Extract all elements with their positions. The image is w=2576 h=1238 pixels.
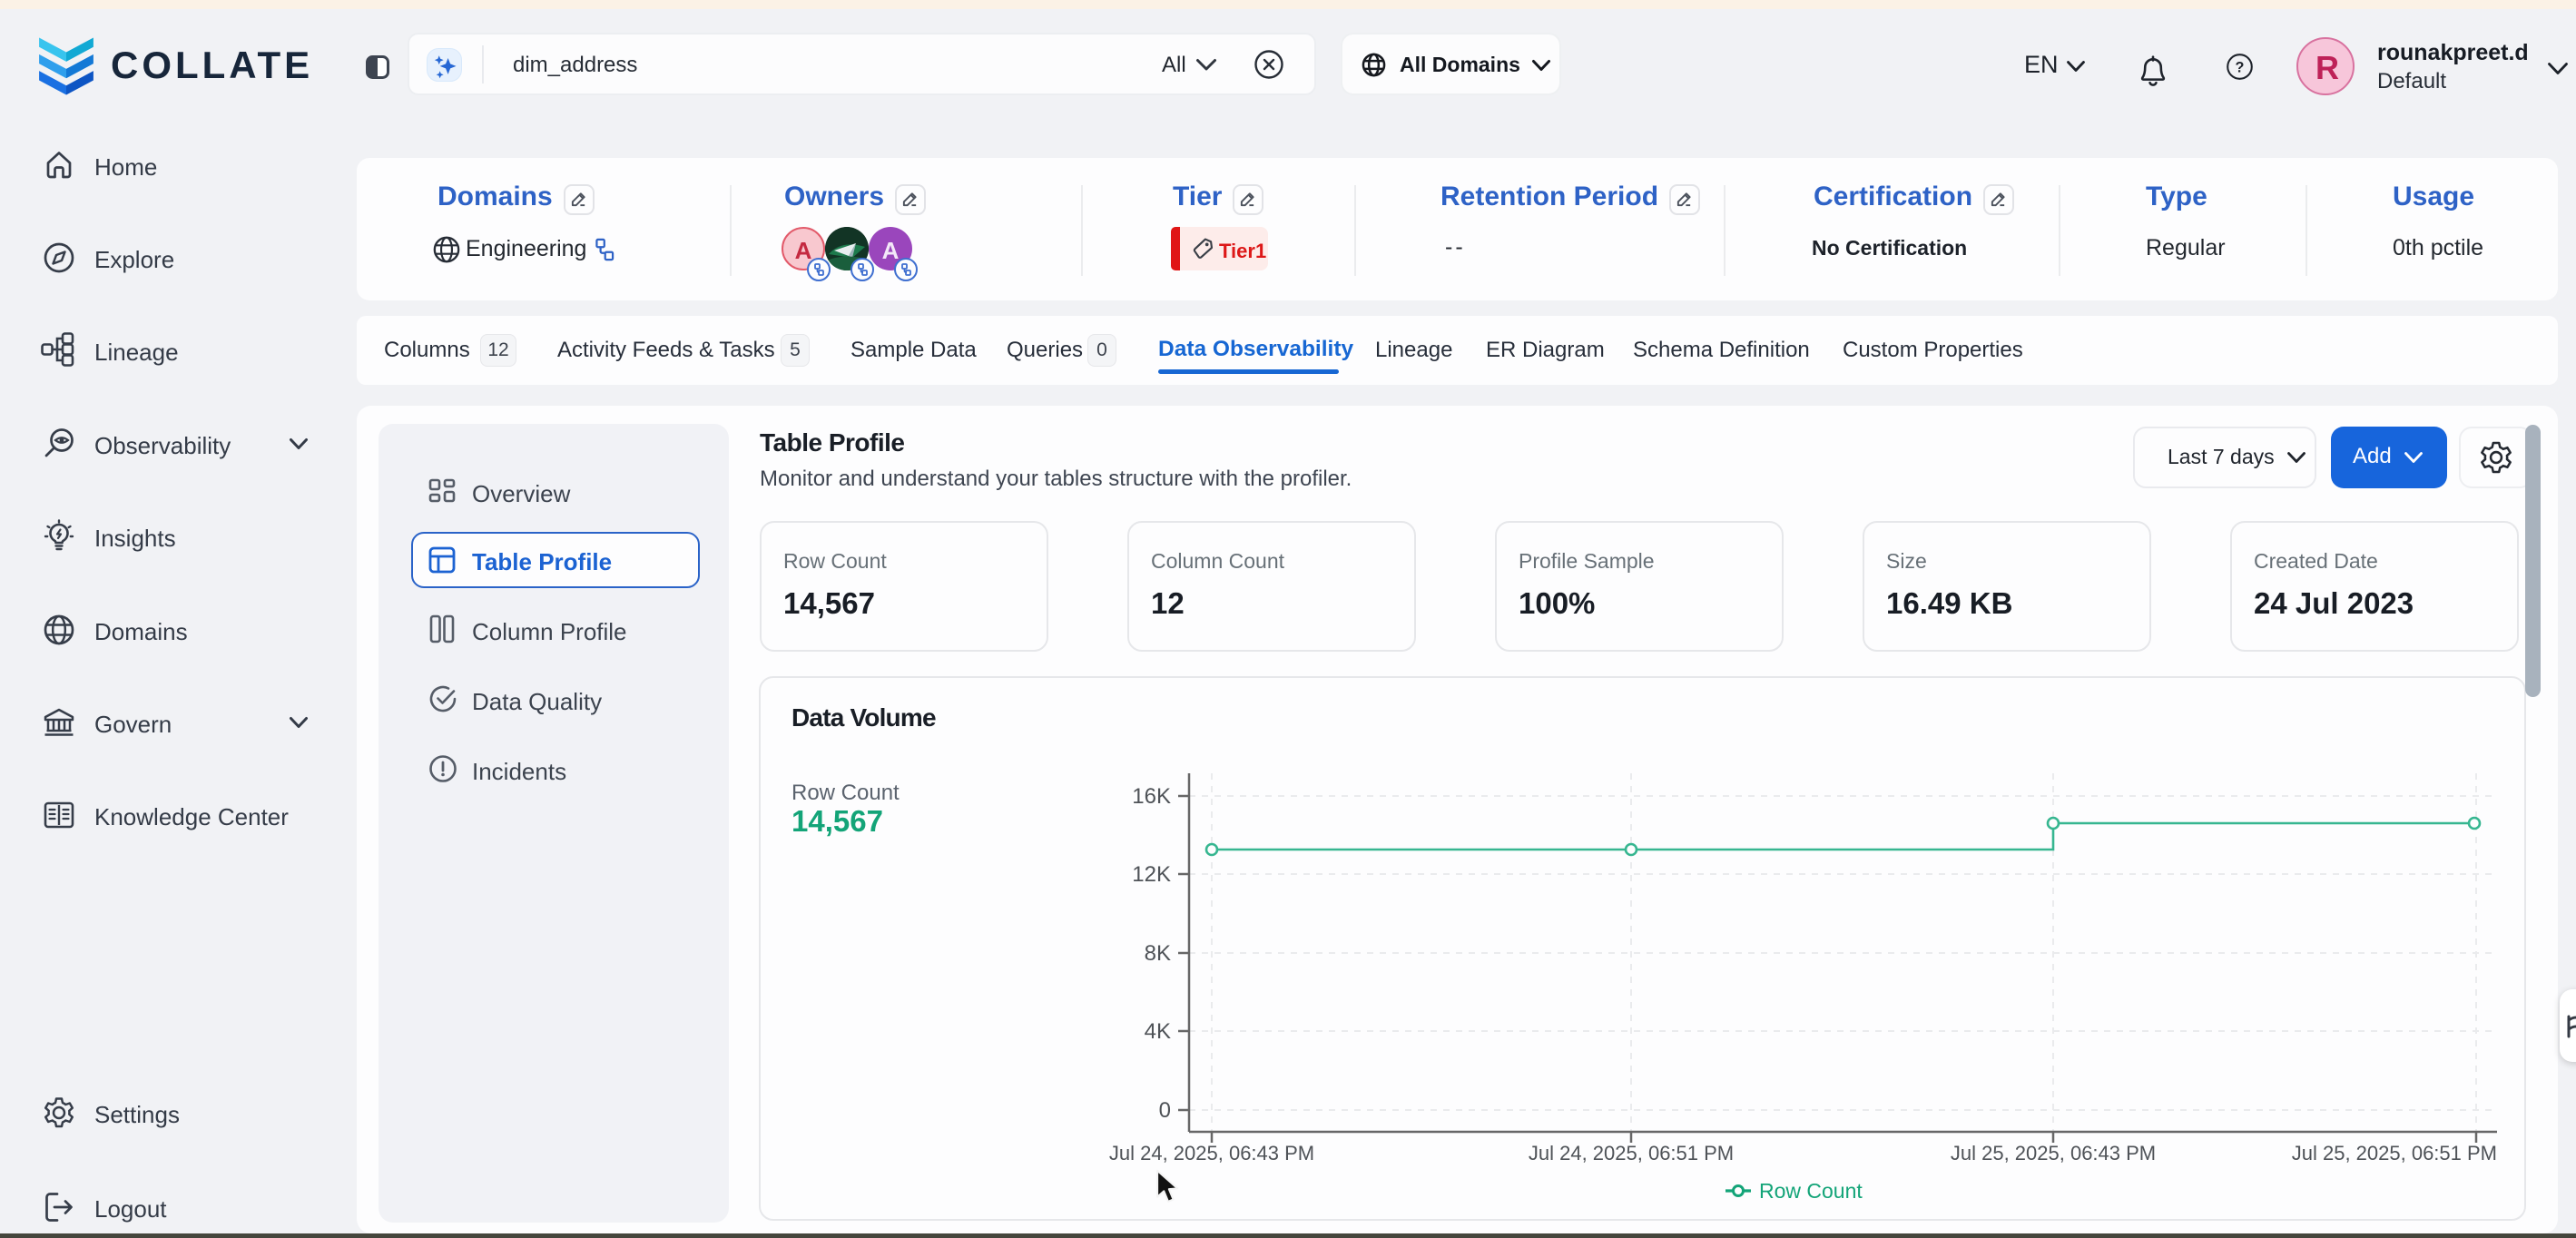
svg-text:Jul 25, 2025, 06:43 PM: Jul 25, 2025, 06:43 PM bbox=[1951, 1142, 2156, 1164]
svg-text:12K: 12K bbox=[1132, 862, 1171, 887]
svg-text:8K: 8K bbox=[1145, 941, 1171, 966]
svg-text:Jul 24, 2025, 06:51 PM: Jul 24, 2025, 06:51 PM bbox=[1529, 1142, 1734, 1164]
svg-text:Jul 25, 2025, 06:51 PM: Jul 25, 2025, 06:51 PM bbox=[2292, 1142, 2497, 1164]
svg-text:0: 0 bbox=[1159, 1098, 1171, 1123]
svg-text:Jul 24, 2025, 06:43 PM: Jul 24, 2025, 06:43 PM bbox=[1109, 1142, 1314, 1164]
svg-text:?: ? bbox=[2236, 59, 2245, 75]
svg-text:Row Count: Row Count bbox=[1759, 1179, 1863, 1203]
svg-text:4K: 4K bbox=[1145, 1019, 1171, 1044]
svg-text:16K: 16K bbox=[1132, 784, 1171, 809]
